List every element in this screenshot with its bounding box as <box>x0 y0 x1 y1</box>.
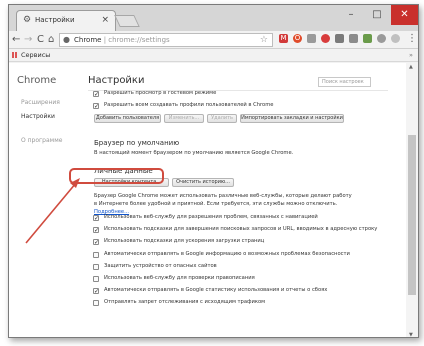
option-checkbox[interactable] <box>93 300 99 307</box>
settings-main: Настройки Поиск настроек ✓ Разрешить про… <box>88 63 406 337</box>
tab-title: Настройки <box>35 16 75 24</box>
back-button[interactable]: ← <box>12 34 20 46</box>
gmail-extension-icon[interactable]: M <box>279 34 288 43</box>
create-profiles-label: Разрешить всем создавать профили пользов… <box>104 102 274 108</box>
toolbar: ← → C ⌂ ● Chrome | chrome://settings ☆ M… <box>9 31 418 49</box>
settings-extension-icon[interactable] <box>335 34 344 43</box>
option-checkbox[interactable]: ✓ <box>93 239 99 246</box>
tab-settings[interactable]: ⚙ Настройки × <box>16 10 116 31</box>
bookmarks-apps[interactable]: Сервисы <box>21 51 50 59</box>
option-checkbox[interactable] <box>93 276 99 282</box>
adblock-extension-icon[interactable] <box>321 34 330 43</box>
scroll-down-icon[interactable]: ▼ <box>409 332 413 337</box>
search-settings-input[interactable]: Поиск настроек <box>318 77 371 87</box>
bookmarks-bar: Сервисы » <box>9 49 418 62</box>
circle-extension-icon[interactable] <box>391 34 400 43</box>
option-checkbox[interactable] <box>93 263 99 270</box>
settings-page: Chrome Расширения Настройки О программе … <box>9 63 418 337</box>
screenshot-extension-icon[interactable] <box>349 34 358 43</box>
content-settings-highlight <box>69 168 164 184</box>
option-label: Защитить устройство от опасных сайтов <box>104 262 217 269</box>
maximize-button[interactable]: □ <box>365 5 389 25</box>
option-label: Автоматически отправлять в Google статис… <box>104 287 328 294</box>
tab-close-icon[interactable]: × <box>101 11 109 30</box>
reload-button[interactable]: C <box>37 34 44 46</box>
privacy-description: Браузер Google Chrome может использовать… <box>94 193 352 215</box>
address-bar[interactable]: ● Chrome | chrome://settings ☆ <box>59 33 273 47</box>
shield-extension-icon[interactable] <box>363 34 372 43</box>
clear-history-button[interactable]: Очистить историю... <box>172 178 234 187</box>
home-button[interactable]: ⌂ <box>48 34 54 46</box>
default-browser-title: Браузер по умолчанию <box>94 139 180 147</box>
default-browser-text: В настоящий момент браузером по умолчани… <box>94 150 294 156</box>
gear-icon: ⚙ <box>23 15 32 25</box>
bookmark-star-icon[interactable]: ☆ <box>260 34 268 46</box>
guest-mode-label: Разрешить просмотр в гостевом режиме <box>104 90 217 96</box>
close-window-button[interactable]: ✕ <box>391 5 418 25</box>
delete-user-button[interactable]: Удалить <box>207 114 237 123</box>
option-label: Отправлять запрет отслеживания с исходящ… <box>104 299 266 306</box>
option-checkbox[interactable] <box>93 251 99 258</box>
guest-mode-checkbox[interactable]: ✓ <box>93 91 99 98</box>
option-checkbox[interactable]: ✓ <box>93 288 99 295</box>
chrome-page-icon: ● <box>63 35 70 44</box>
menu-icon[interactable]: ⋮ <box>407 33 417 45</box>
option-label: Использовать подсказки для завершения по… <box>104 226 378 233</box>
forward-button[interactable]: → <box>24 34 32 46</box>
scrollbar-thumb[interactable] <box>408 135 416 295</box>
sync-extension-icon[interactable] <box>377 34 386 43</box>
option-checkbox[interactable]: ✓ <box>93 215 99 222</box>
create-profiles-checkbox[interactable]: ✓ <box>93 103 99 110</box>
option-checkbox[interactable]: ✓ <box>93 227 99 234</box>
omnibox-host: Chrome <box>74 36 102 44</box>
sidebar-title: Chrome <box>17 75 57 86</box>
add-user-button[interactable]: Добавить пользователя <box>94 114 161 123</box>
new-tab-button[interactable] <box>114 15 140 27</box>
sidebar-item-extensions[interactable]: Расширения <box>21 99 60 106</box>
minimize-button[interactable]: – <box>339 5 363 25</box>
import-bookmarks-button[interactable]: Импортировать закладки и настройки <box>240 114 344 123</box>
sidebar: Chrome Расширения Настройки О программе <box>9 63 84 337</box>
opera-extension-icon[interactable]: O <box>293 34 302 43</box>
vertical-scrollbar[interactable]: ▲ ▼ <box>406 63 418 337</box>
option-label: Использовать подсказки для ускорения заг… <box>104 238 265 245</box>
option-label: Использовать веб-службу для проверки пра… <box>104 275 255 281</box>
option-label: Автоматически отправлять в Google информ… <box>104 250 350 257</box>
option-label: Использовать веб-службу для разрешения п… <box>104 214 318 220</box>
title-bar: ⚙ Настройки × – □ ✕ <box>9 5 418 31</box>
bookmarks-more-icon[interactable]: » <box>409 49 413 61</box>
omnibox-url: chrome://settings <box>108 36 170 44</box>
page-title: Настройки <box>88 75 145 86</box>
sidebar-item-settings[interactable]: Настройки <box>21 113 55 120</box>
sidebar-item-about[interactable]: О программе <box>21 137 62 144</box>
scroll-up-icon[interactable]: ▲ <box>409 64 413 70</box>
puzzle-extension-icon[interactable] <box>307 34 316 43</box>
apps-grid-icon[interactable] <box>12 52 18 58</box>
edit-user-button[interactable]: Изменить... <box>164 114 204 123</box>
